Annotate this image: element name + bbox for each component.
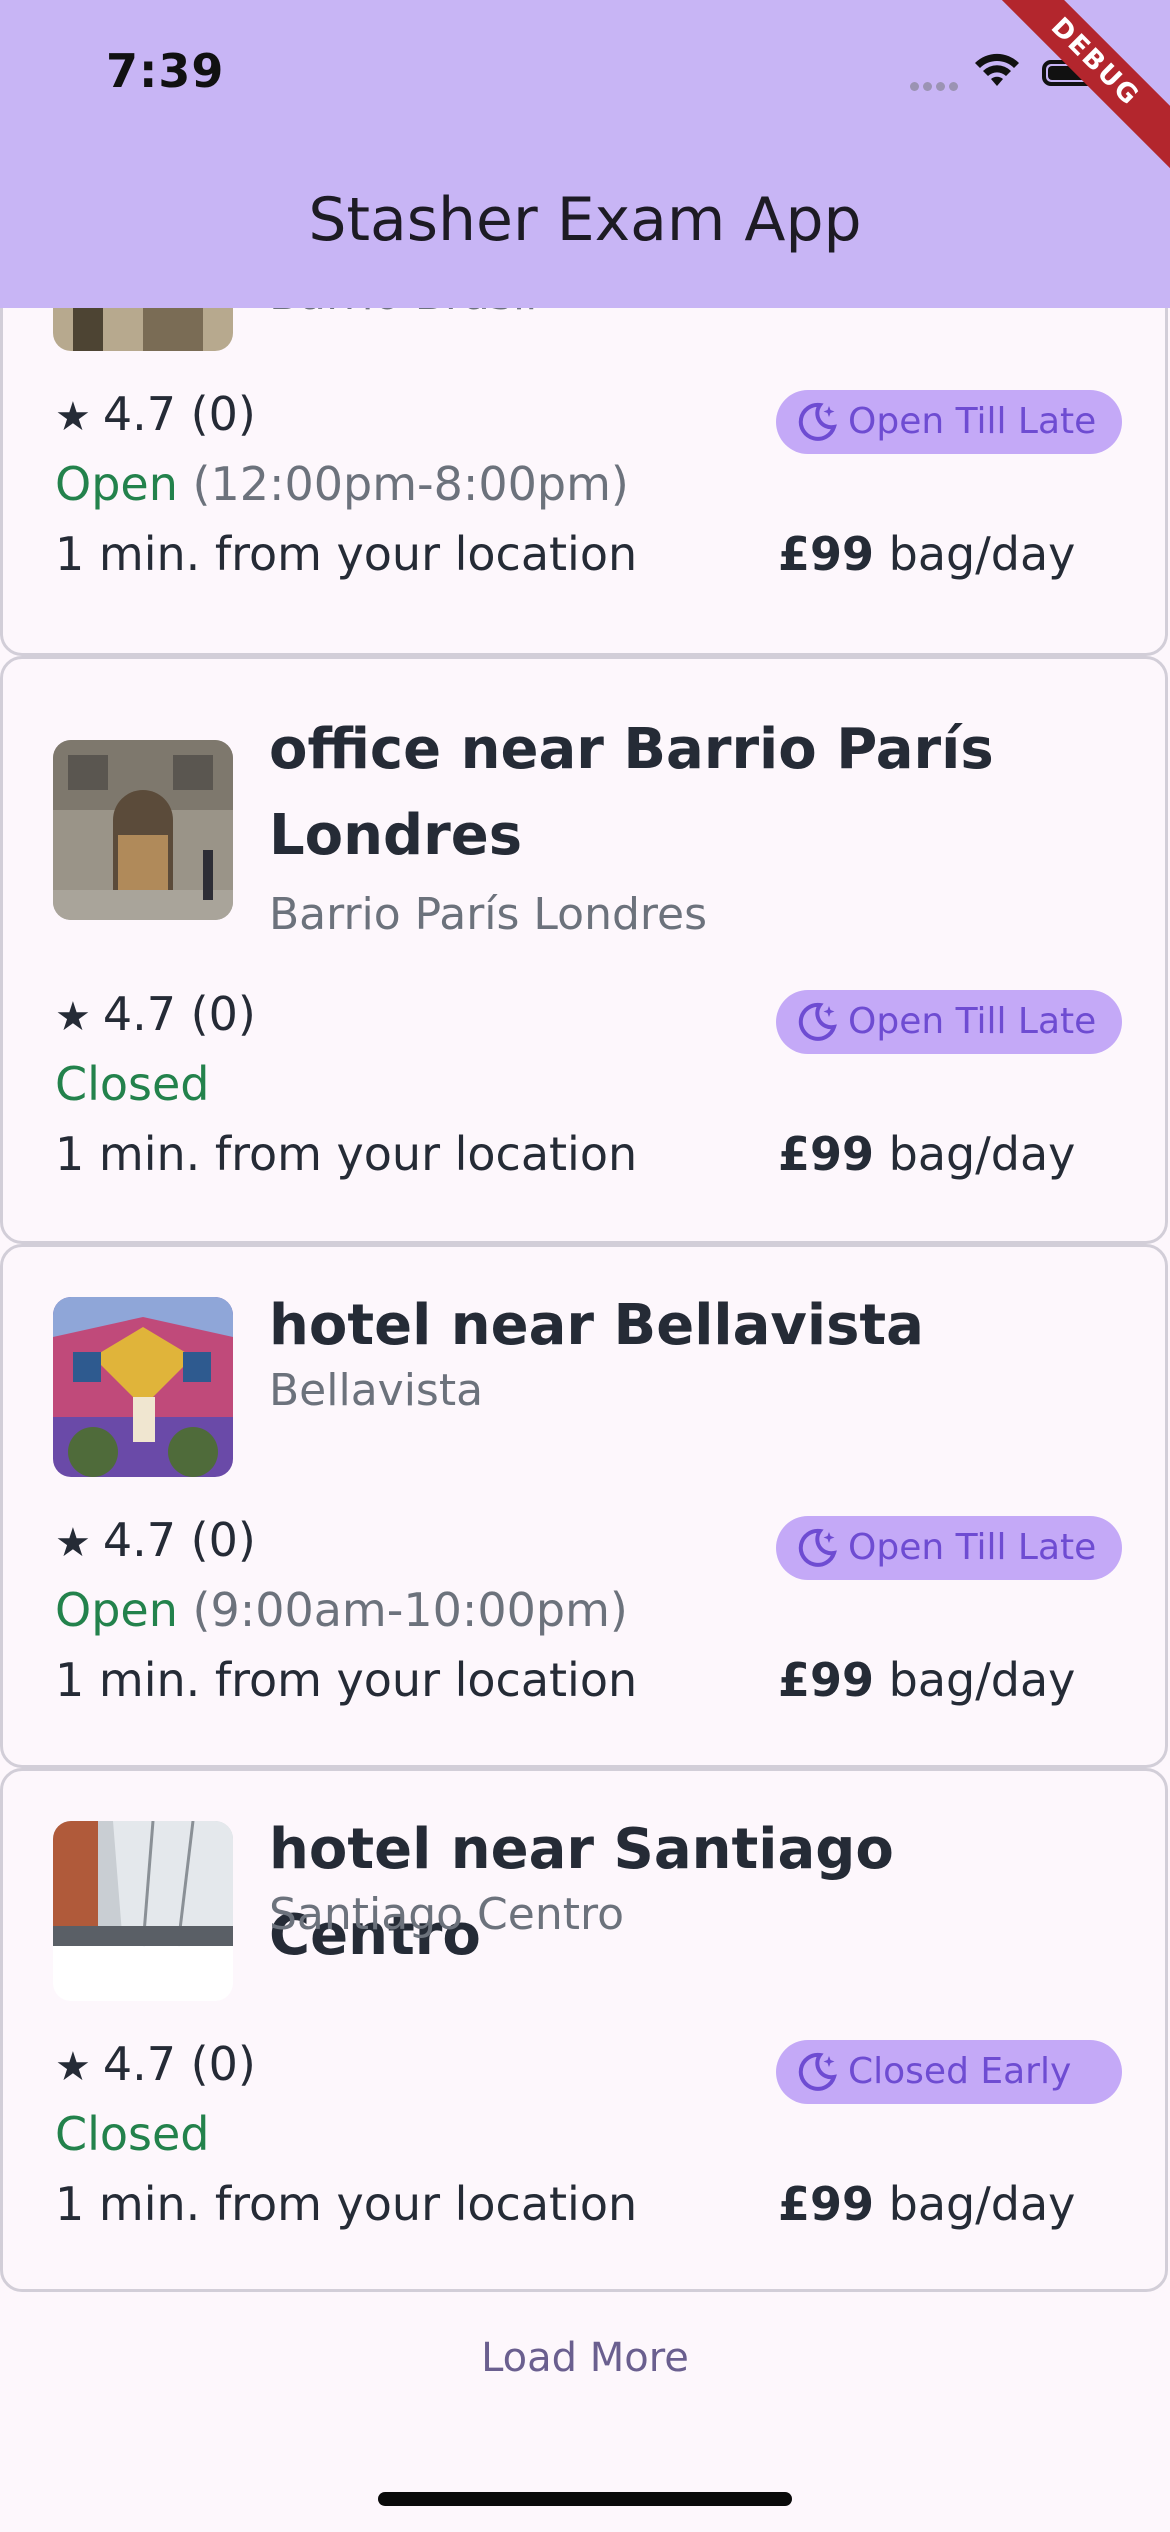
hours-badge: Open Till Late bbox=[776, 390, 1122, 454]
listing-rating: ★ 4.7 (0) bbox=[55, 1513, 256, 1567]
listing-hours: Open (12:00pm-8:00pm) bbox=[55, 457, 629, 511]
open-status: Closed bbox=[55, 1057, 210, 1111]
listing-rating: ★ 4.7 (0) bbox=[55, 2037, 256, 2091]
listing-distance: 1 min. from your location bbox=[55, 527, 638, 581]
page-title: Stasher Exam App bbox=[308, 185, 862, 255]
open-status: Closed bbox=[55, 2107, 210, 2161]
listing-card[interactable]: hotel near Santiago Centro Santiago Cent… bbox=[0, 1768, 1168, 2292]
listing-area: Bellavista bbox=[269, 1365, 484, 1416]
listing-price: £99 bag/day bbox=[778, 1127, 1076, 1181]
home-indicator[interactable] bbox=[378, 2492, 792, 2506]
hours-badge: Open Till Late bbox=[776, 1516, 1122, 1580]
listing-rating: ★ 4.7 (0) bbox=[55, 987, 256, 1041]
listing-rating: ★ 4.7 (0) bbox=[55, 387, 256, 441]
moon-icon bbox=[798, 1002, 837, 1041]
listing-title: hotel near Bellavista bbox=[269, 1293, 924, 1358]
listing-area: Barrio París Londres bbox=[269, 889, 708, 940]
hours-badge: Closed Early bbox=[776, 2040, 1122, 2104]
listing-photo bbox=[53, 740, 233, 920]
load-more-button[interactable]: Load More bbox=[0, 2335, 1170, 2381]
moon-icon bbox=[798, 402, 837, 441]
moon-icon bbox=[798, 2052, 837, 2091]
status-time: 7:39 bbox=[106, 44, 225, 98]
signal-icon bbox=[910, 82, 960, 92]
listing-card[interactable]: office near Barrio París Londres Barrio … bbox=[0, 656, 1168, 1244]
listing-photo bbox=[53, 1297, 233, 1477]
listing-hours: Open (9:00am-10:00pm) bbox=[55, 1583, 628, 1637]
listing-title: office near Barrio París Londres bbox=[269, 717, 994, 868]
star-icon: ★ bbox=[55, 394, 91, 440]
app-bar: 7:39 Stasher Exam App DEBUG bbox=[0, 0, 1170, 308]
listing-price: £99 bag/day bbox=[778, 1653, 1076, 1707]
listing-card[interactable]: hotel near Bellavista Bellavista ★ 4.7 (0… bbox=[0, 1244, 1168, 1768]
listing-price: £99 bag/day bbox=[778, 527, 1076, 581]
star-icon: ★ bbox=[55, 1520, 91, 1566]
listing-area: Santiago Centro bbox=[269, 1889, 625, 1940]
star-icon: ★ bbox=[55, 994, 91, 1040]
open-status: Open bbox=[55, 1583, 178, 1637]
listing-distance: 1 min. from your location bbox=[55, 2177, 638, 2231]
wifi-icon bbox=[975, 53, 1019, 86]
star-icon: ★ bbox=[55, 2044, 91, 2090]
moon-icon bbox=[798, 1528, 837, 1567]
hours-badge: Open Till Late bbox=[776, 990, 1122, 1054]
listing-distance: 1 min. from your location bbox=[55, 1127, 638, 1181]
listing-price: £99 bag/day bbox=[778, 2177, 1076, 2231]
listing-distance: 1 min. from your location bbox=[55, 1653, 638, 1707]
listing-hours: Closed bbox=[55, 1057, 210, 1111]
open-status: Open bbox=[55, 457, 178, 511]
listing-hours: Closed bbox=[55, 2107, 210, 2161]
listing-photo bbox=[53, 1821, 233, 2001]
